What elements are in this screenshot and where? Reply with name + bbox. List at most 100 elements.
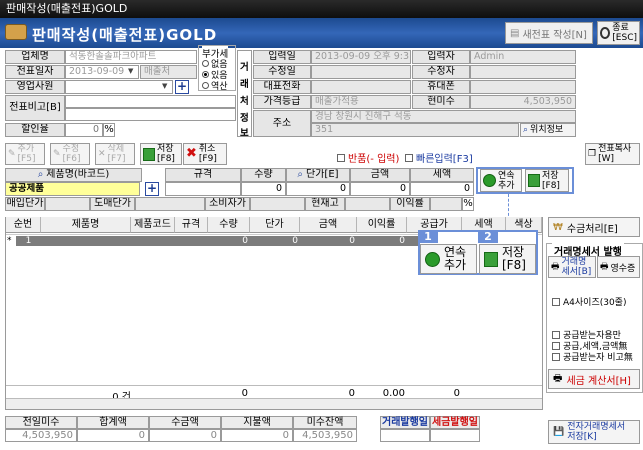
quick-input-checkbox[interactable]: 빠른입력[F3] <box>405 150 473 165</box>
add-product-button[interactable]: + <box>145 182 159 196</box>
document-icon: ▤ <box>510 27 520 39</box>
summary-label-total: 합계액 <box>77 416 149 429</box>
retail-label: 소비자가 <box>205 197 250 211</box>
amount-input[interactable]: 0 <box>350 182 410 196</box>
summary-value-total: 0 <box>77 429 149 442</box>
price-input[interactable]: 0 <box>286 182 350 196</box>
product-search-header[interactable]: ⌕ 제품명(바코드) <box>5 168 142 182</box>
vat-option-reverse[interactable]: 역산 <box>202 79 228 92</box>
delete-button[interactable]: ✕ 삭제 [F7] <box>95 143 135 165</box>
edit-button[interactable]: ✎ 수정 [F6] <box>50 143 90 165</box>
option-no-memo[interactable]: 공급받는자 비고無 <box>552 350 633 363</box>
address-line2-field: 351 <box>311 123 519 137</box>
tax-invoice-button[interactable]: 🖶 세금 계산서[H] <box>548 369 640 389</box>
memo-field-line2[interactable] <box>65 108 236 121</box>
reg-date-field: 2013-09-09 오후 9:31:2 <box>311 50 411 64</box>
mod-date-field <box>311 65 411 79</box>
sales-rep-select[interactable] <box>65 80 173 94</box>
col-header-spec[interactable]: 규격 <box>175 217 208 233</box>
reg-user-field: Admin <box>470 50 576 64</box>
col-header-seq[interactable]: 순번 <box>6 217 41 233</box>
chevron-down-icon[interactable]: ▼ <box>128 67 133 75</box>
col-header-qty[interactable]: 수량 <box>208 217 250 233</box>
tax-date-label: 세금발행일 <box>430 416 480 429</box>
col-header-code[interactable]: 제품코드 <box>131 217 175 233</box>
discount-field[interactable]: 0 <box>65 123 103 137</box>
save-button[interactable]: 저장 [F8] <box>140 143 182 165</box>
discount-label: 할인율 <box>5 123 65 137</box>
location-info-button[interactable]: ⌕ 위치정보 <box>520 123 576 137</box>
entry-save-button[interactable]: 저장 [F8] <box>525 169 569 192</box>
callout-save-button: 저장 [F8] <box>479 244 536 274</box>
row-margin[interactable]: 0 <box>357 236 407 246</box>
date-label: 전표일자 <box>5 65 65 79</box>
continue-add-button[interactable]: 연속 추가 <box>480 169 522 192</box>
row-product[interactable] <box>41 236 208 246</box>
new-slip-button[interactable]: ▤ 새전표 작성[N] <box>505 22 593 44</box>
exit-button[interactable]: 종료 [ESC] <box>597 21 640 45</box>
col-header-amount[interactable]: 금액 <box>300 217 357 233</box>
callout-badge-1: 1 <box>418 230 438 243</box>
a4-size-checkbox[interactable]: A4사이즈(30줄) <box>552 295 626 308</box>
save-icon: 💾 <box>553 427 565 437</box>
business-name-field[interactable]: 석동한솔솔파크아파트 <box>65 50 197 64</box>
row-amount[interactable]: 0 <box>300 236 357 246</box>
mod-user-label: 수정자 <box>412 65 470 79</box>
add-button[interactable]: ✎ 추가 [F5] <box>5 143 45 165</box>
return-checkbox[interactable]: 반품(- 입력) <box>337 150 399 165</box>
add-sales-rep-button[interactable]: + <box>175 80 189 94</box>
row-marker: * <box>7 236 12 246</box>
reg-date-label: 입력일 <box>253 50 311 64</box>
statement-print-button[interactable]: 🖶 거래명 세서[B] <box>548 256 596 278</box>
price-grade-label: 가격등급 <box>253 95 311 109</box>
tax-header: 세액 <box>410 168 474 182</box>
memo-field-line1[interactable] <box>65 95 236 108</box>
spec-input[interactable] <box>165 182 241 196</box>
address-line1-field: 경남 창원시 진해구 석동 <box>311 110 576 123</box>
mobile-field <box>470 80 576 94</box>
row-qty[interactable]: 0 <box>208 236 250 246</box>
address-label: 주소 <box>253 110 311 137</box>
row-seq[interactable]: 1 <box>16 236 41 246</box>
e-statement-save-button[interactable]: 💾 전자거래명세서 저장[K] <box>548 420 640 444</box>
col-header-margin[interactable]: 이익률 <box>357 217 407 233</box>
unpaid-field: 4,503,950 <box>470 95 576 109</box>
page-title: 판매작성(매출전표)GOLD <box>32 26 218 44</box>
unpaid-label: 현미수 <box>412 95 470 109</box>
retail-field <box>250 197 305 211</box>
mobile-label: 휴대폰 <box>412 80 470 94</box>
collect-payment-button[interactable]: ₩ 수금처리[E] <box>548 217 640 237</box>
horizontal-scrollbar[interactable] <box>6 398 542 409</box>
power-icon <box>600 27 611 39</box>
margin-label: 이익률 <box>390 197 430 211</box>
summary-label-prev-unpaid: 전일미수 <box>5 416 77 429</box>
pencil-icon: ✎ <box>8 149 16 159</box>
coins-icon: ₩ <box>553 221 563 233</box>
qty-input[interactable]: 0 <box>241 182 286 196</box>
tax-date-field <box>430 429 480 442</box>
wholesale-label: 도매단가 <box>90 197 135 211</box>
cancel-button[interactable]: ✖ 취소 [F9] <box>183 143 227 165</box>
vat-group: 부가세 없음 있음 역산 <box>198 45 236 92</box>
price-header[interactable]: ⌕ 단가[E] <box>286 168 350 182</box>
copy-slip-button[interactable]: ❐ 전표복사 [W] <box>585 143 640 165</box>
magnifier-icon: ⌕ <box>523 125 529 135</box>
tax-input[interactable]: 0 <box>410 182 474 196</box>
margin-unit: % <box>462 197 474 211</box>
summary-value-collected: 0 <box>149 429 221 442</box>
product-input[interactable]: 공공제품 <box>5 182 140 196</box>
buy-price-field <box>45 197 90 211</box>
reg-user-label: 입력자 <box>412 50 470 64</box>
memo-label: 전표비고[B] <box>5 95 65 121</box>
receipt-button[interactable]: 🖶 영수증 <box>597 256 640 278</box>
chevron-down-icon[interactable]: ▼ <box>162 82 167 90</box>
stock-label: 현재고 <box>305 197 345 211</box>
col-header-price[interactable]: 단가 <box>250 217 300 233</box>
printer-icon: 🖶 <box>600 262 609 272</box>
row-price[interactable]: 0 <box>250 236 300 246</box>
col-header-product[interactable]: 제품명 <box>41 217 131 233</box>
summary-value-paid: 0 <box>221 429 293 442</box>
summary-value-prev-unpaid: 4,503,950 <box>5 429 77 442</box>
business-label: 업체명 <box>5 50 65 64</box>
summary-label-balance: 미수잔액 <box>293 416 357 429</box>
